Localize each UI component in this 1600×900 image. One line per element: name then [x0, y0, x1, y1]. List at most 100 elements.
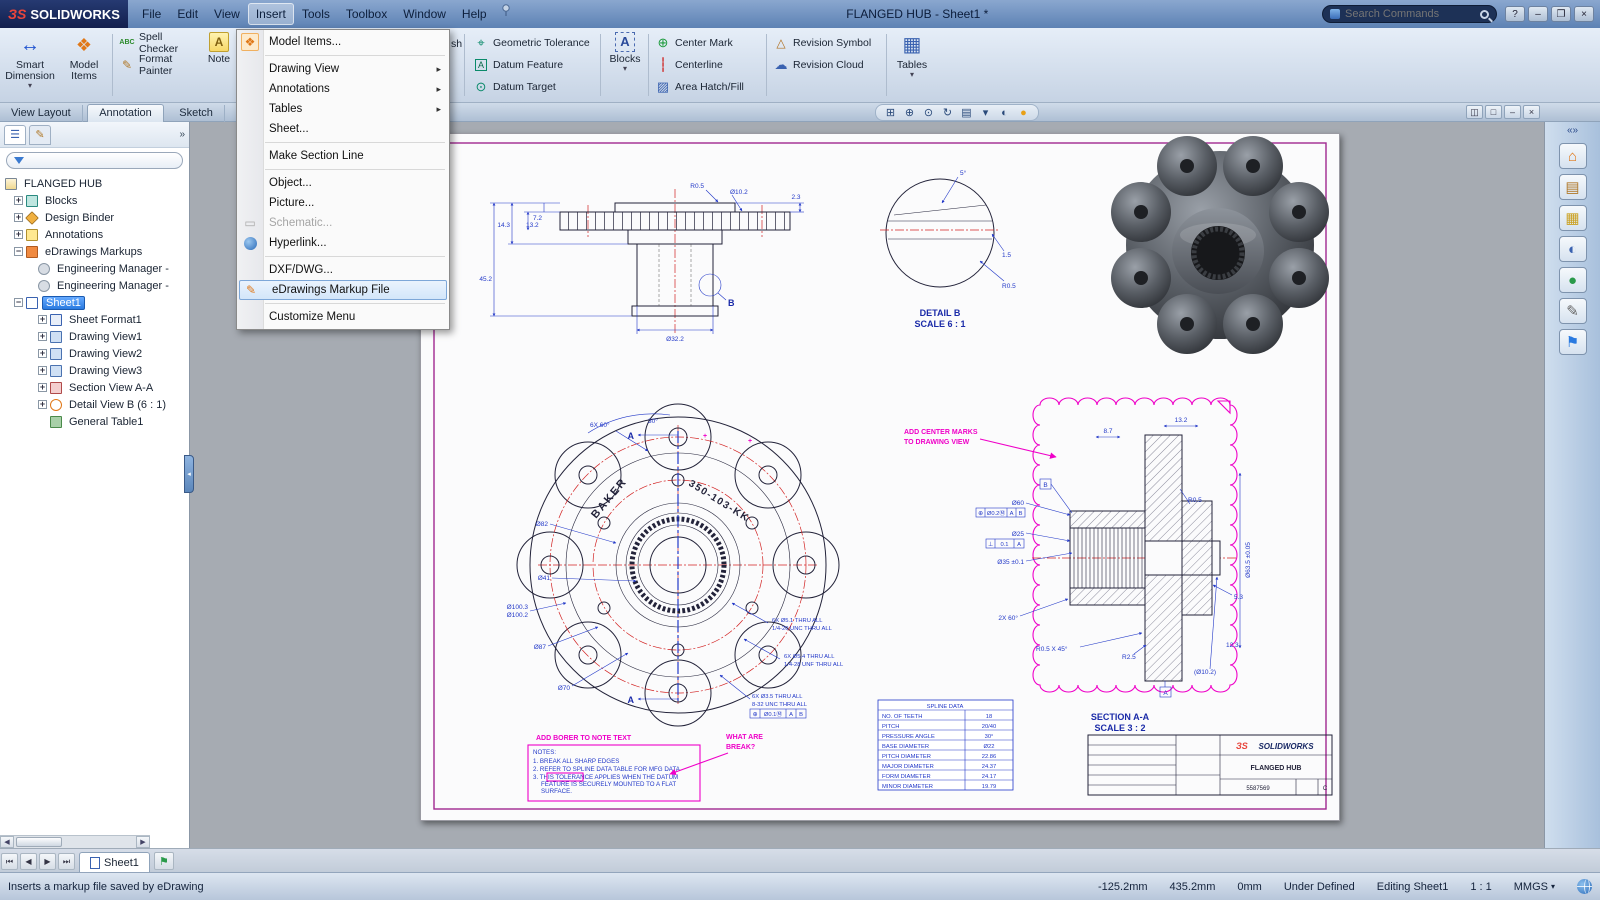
menu-item-make-section-line[interactable]: Make Section Line: [237, 146, 449, 166]
tree-item-engineering-manager-1[interactable]: Engineering Manager -: [0, 260, 189, 277]
note-button[interactable]: Note: [200, 32, 238, 98]
tree-item-drawing-view3[interactable]: Drawing View3: [0, 362, 189, 379]
area-hatch-button[interactable]: Area Hatch/Fill: [652, 77, 764, 96]
menu-help[interactable]: Help: [454, 3, 495, 25]
menu-item-sheet[interactable]: Sheet...: [237, 119, 449, 139]
drawing-sheet-svg[interactable]: 14.3 13.2 7.2 45.2 R0.5 Ø10.2 2.3 Ø32.2: [420, 133, 1340, 821]
datum-target-button[interactable]: Datum Target: [470, 77, 596, 96]
minimize-button[interactable]: [1528, 6, 1548, 22]
scroll-left-icon[interactable]: ◀: [0, 836, 14, 848]
file-explorer-icon[interactable]: [1559, 205, 1587, 231]
menu-item-model-items[interactable]: Model Items...: [237, 32, 449, 52]
help-button[interactable]: [1505, 6, 1525, 22]
datum-feature-button[interactable]: Datum Feature: [470, 55, 596, 74]
revision-cloud-button[interactable]: Revision Cloud: [770, 55, 882, 74]
doc-minimize-button[interactable]: [1504, 105, 1521, 119]
rotate-view-icon[interactable]: [939, 106, 956, 120]
menu-item-customize-menu[interactable]: Customize Menu: [237, 307, 449, 327]
tree-item-section-view[interactable]: Section View A-A: [0, 379, 189, 396]
menu-item-object[interactable]: Object...: [237, 173, 449, 193]
tree-item-detail-view[interactable]: Detail View B (6 : 1): [0, 396, 189, 413]
first-sheet-icon[interactable]: ⏮: [1, 853, 18, 870]
menu-item-annotations[interactable]: Annotations: [237, 79, 449, 99]
smart-dimension-button[interactable]: Smart Dimension: [4, 32, 56, 98]
surface-finish-button[interactable]: sh: [451, 38, 462, 50]
panel-expand-icon[interactable]: [179, 129, 185, 140]
expander-icon[interactable]: [14, 213, 23, 222]
tab-sketch[interactable]: Sketch: [168, 105, 225, 122]
tree-item-blocks[interactable]: Blocks: [0, 192, 189, 209]
last-sheet-icon[interactable]: ⏭: [58, 853, 75, 870]
center-mark-button[interactable]: Center Mark: [652, 33, 764, 52]
solidworks-resources-icon[interactable]: [1559, 143, 1587, 169]
design-library-icon[interactable]: [1559, 174, 1587, 200]
expander-icon[interactable]: [14, 247, 23, 256]
tree-item-annotations[interactable]: Annotations: [0, 226, 189, 243]
blocks-button[interactable]: Blocks: [604, 32, 646, 98]
expander-icon[interactable]: [14, 230, 23, 239]
menu-insert[interactable]: Insert: [248, 3, 294, 25]
expander-icon[interactable]: [38, 349, 47, 358]
expander-icon[interactable]: [38, 366, 47, 375]
expander-icon[interactable]: [38, 400, 47, 409]
menu-window[interactable]: Window: [395, 3, 454, 25]
menu-edit[interactable]: Edit: [169, 3, 206, 25]
appearances-icon[interactable]: [1559, 267, 1587, 293]
display-style-icon[interactable]: [996, 106, 1013, 120]
revision-symbol-button[interactable]: Revision Symbol: [770, 33, 882, 52]
geometric-tolerance-button[interactable]: Geometric Tolerance: [470, 33, 596, 52]
format-painter-button[interactable]: Format Painter: [116, 55, 198, 74]
search-icon[interactable]: [1480, 10, 1489, 19]
spline-data-table[interactable]: SPLINE DATA NO. OF TEETH 18 PITCH 20/40 …: [878, 700, 1013, 790]
search-commands-box[interactable]: [1322, 5, 1497, 23]
expander-icon[interactable]: [38, 315, 47, 324]
tree-item-drawing-view1[interactable]: Drawing View1: [0, 328, 189, 345]
tree-item-sheet1[interactable]: Sheet1: [0, 294, 189, 311]
sheet-properties-icon[interactable]: [958, 106, 975, 120]
panel-horizontal-scrollbar[interactable]: ◀ ▶: [0, 835, 150, 848]
tree-root[interactable]: FLANGED HUB: [0, 175, 189, 192]
close-button[interactable]: [1574, 6, 1594, 22]
tab-view-layout[interactable]: View Layout: [0, 105, 83, 122]
drawing-sheet[interactable]: 14.3 13.2 7.2 45.2 R0.5 Ø10.2 2.3 Ø32.2: [420, 133, 1340, 821]
menu-item-edrawings-markup-file[interactable]: eDrawings Markup File: [239, 280, 447, 300]
zoom-to-fit-icon[interactable]: [882, 106, 899, 120]
doc-close-button[interactable]: [1523, 105, 1540, 119]
feature-tree-tab-icon[interactable]: [4, 125, 26, 145]
globe-status-icon[interactable]: [1577, 879, 1592, 894]
tree-item-drawing-view2[interactable]: Drawing View2: [0, 345, 189, 362]
view-settings-chevron-icon[interactable]: [977, 106, 994, 120]
scrollbar-thumb[interactable]: [16, 837, 62, 847]
menu-item-picture[interactable]: Picture...: [237, 193, 449, 213]
custom-properties-icon[interactable]: [1559, 298, 1587, 324]
pin-icon[interactable]: [499, 3, 513, 17]
menu-item-dxf-dwg[interactable]: DXF/DWG...: [237, 260, 449, 280]
scroll-right-icon[interactable]: ▶: [136, 836, 150, 848]
expander-icon[interactable]: [38, 332, 47, 341]
menu-item-drawing-view[interactable]: Drawing View: [237, 59, 449, 79]
tree-item-design-binder[interactable]: Design Binder: [0, 209, 189, 226]
menu-tools[interactable]: Tools: [294, 3, 338, 25]
sheet-tab-sheet1[interactable]: Sheet1: [79, 852, 150, 872]
doc-restore-button[interactable]: [1485, 105, 1502, 119]
markup-flag-icon[interactable]: [1559, 329, 1587, 355]
sheet-scale[interactable]: 1 : 1: [1470, 881, 1491, 893]
add-sheet-icon[interactable]: [154, 852, 174, 870]
model-items-button[interactable]: Model Items: [58, 32, 110, 98]
doc-cascade-button[interactable]: [1466, 105, 1483, 119]
tables-button[interactable]: Tables: [890, 32, 934, 98]
search-scope-icon[interactable]: [1330, 9, 1340, 19]
expander-icon[interactable]: [14, 196, 23, 205]
rail-collapse-icon[interactable]: [1545, 122, 1600, 138]
expander-icon[interactable]: [38, 383, 47, 392]
menu-view[interactable]: View: [206, 3, 248, 25]
next-sheet-icon[interactable]: ▶: [39, 853, 56, 870]
menu-item-tables[interactable]: Tables: [237, 99, 449, 119]
restore-button[interactable]: [1551, 6, 1571, 22]
centerline-button[interactable]: Centerline: [652, 55, 764, 74]
tree-filter-input[interactable]: [6, 152, 183, 169]
view-palette-icon[interactable]: [1559, 236, 1587, 262]
expander-icon[interactable]: [14, 298, 23, 307]
tree-item-edrawings-markups[interactable]: eDrawings Markups: [0, 243, 189, 260]
search-input[interactable]: [1345, 8, 1475, 20]
